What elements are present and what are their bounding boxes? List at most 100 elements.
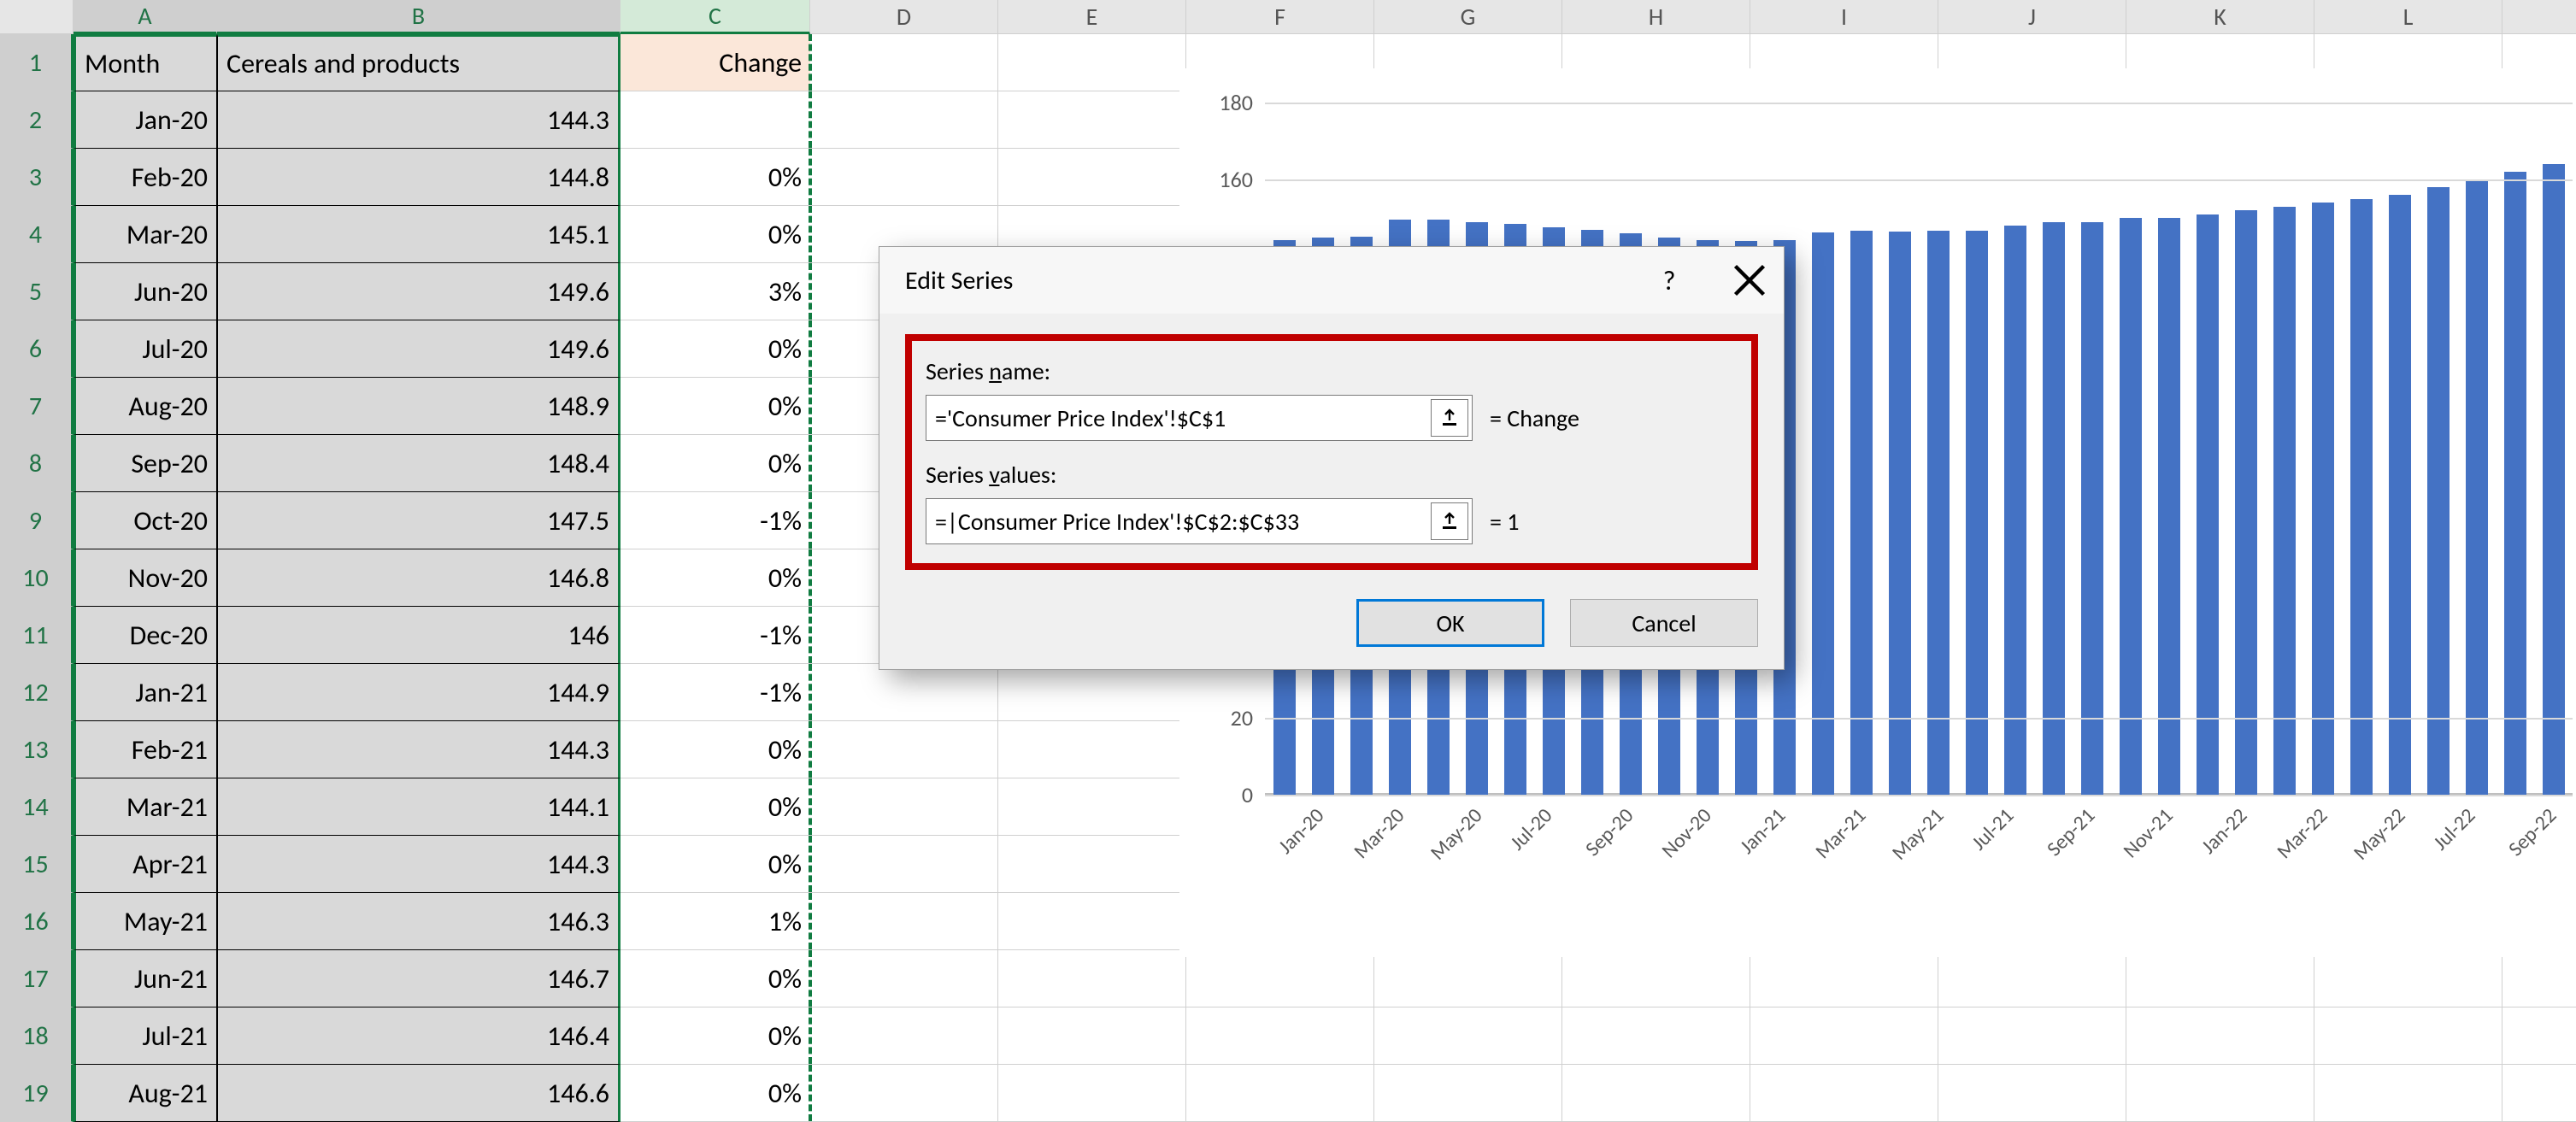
cell-E18[interactable] <box>998 1007 1186 1065</box>
chart-bar[interactable] <box>2235 210 2257 795</box>
chart-bar[interactable] <box>2504 172 2526 795</box>
chart-bar[interactable] <box>1966 231 1988 795</box>
cell-B6[interactable]: 149.6 <box>217 320 620 378</box>
col-header-C[interactable]: C <box>620 0 810 34</box>
cell-E15[interactable] <box>998 836 1186 893</box>
cell-C7[interactable]: 0% <box>620 378 810 435</box>
cell-C12[interactable]: -1% <box>620 664 810 721</box>
cell-B1[interactable]: Cereals and products <box>217 34 620 91</box>
cell-E13[interactable] <box>998 721 1186 778</box>
cell-B7[interactable]: 148.9 <box>217 378 620 435</box>
cell-B14[interactable]: 144.1 <box>217 778 620 836</box>
cell-C14[interactable]: 0% <box>620 778 810 836</box>
cell-D15[interactable] <box>810 836 998 893</box>
col-header-E[interactable]: E <box>998 0 1186 34</box>
cell-E16[interactable] <box>998 893 1186 950</box>
chart-bar[interactable] <box>2158 218 2180 795</box>
col-header-A[interactable]: A <box>74 0 217 34</box>
cell-H18[interactable] <box>1562 1007 1750 1065</box>
chart-bar[interactable] <box>1812 232 1834 795</box>
cell-A3[interactable]: Feb-20 <box>74 149 217 206</box>
chart-bar[interactable] <box>2081 222 2103 796</box>
col-header-H[interactable]: H <box>1562 0 1750 34</box>
col-header-B[interactable]: B <box>217 0 620 34</box>
chart-bar[interactable] <box>1927 231 1950 795</box>
col-header-D[interactable]: D <box>810 0 998 34</box>
cell-C9[interactable]: -1% <box>620 492 810 549</box>
cell-B17[interactable]: 146.7 <box>217 950 620 1007</box>
cell-C6[interactable]: 0% <box>620 320 810 378</box>
cell-J17[interactable] <box>1938 950 2126 1007</box>
cell-I19[interactable] <box>1750 1065 1938 1122</box>
cell-H19[interactable] <box>1562 1065 1750 1122</box>
cell-I18[interactable] <box>1750 1007 1938 1065</box>
cell-E3[interactable] <box>998 149 1186 206</box>
cell-C4[interactable]: 0% <box>620 206 810 263</box>
cell-B4[interactable]: 145.1 <box>217 206 620 263</box>
cell-D14[interactable] <box>810 778 998 836</box>
cell-C16[interactable]: 1% <box>620 893 810 950</box>
row-header-19[interactable]: 19 <box>0 1065 74 1122</box>
col-header-K[interactable]: K <box>2126 0 2314 34</box>
row-header-15[interactable]: 15 <box>0 836 74 893</box>
cell-B8[interactable]: 148.4 <box>217 435 620 492</box>
help-icon[interactable]: ? <box>1650 261 1688 299</box>
cell-J18[interactable] <box>1938 1007 2126 1065</box>
cell-B9[interactable]: 147.5 <box>217 492 620 549</box>
cell-L19[interactable] <box>2314 1065 2502 1122</box>
cell-A9[interactable]: Oct-20 <box>74 492 217 549</box>
row-header-17[interactable]: 17 <box>0 950 74 1007</box>
cell-A1[interactable]: Month <box>74 34 217 91</box>
cell-A14[interactable]: Mar-21 <box>74 778 217 836</box>
cell-D1[interactable] <box>810 34 998 91</box>
cell-E17[interactable] <box>998 950 1186 1007</box>
series-name-input[interactable]: ='Consumer Price Index'!$C$1 <box>926 395 1473 441</box>
col-header-G[interactable]: G <box>1374 0 1562 34</box>
cell-A10[interactable]: Nov-20 <box>74 549 217 607</box>
cell-D3[interactable] <box>810 149 998 206</box>
col-header-I[interactable]: I <box>1750 0 1938 34</box>
cell-B5[interactable]: 149.6 <box>217 263 620 320</box>
cell-C3[interactable]: 0% <box>620 149 810 206</box>
cell-B12[interactable]: 144.9 <box>217 664 620 721</box>
cell-K17[interactable] <box>2126 950 2314 1007</box>
cell-M19[interactable] <box>2502 1065 2576 1122</box>
cell-H17[interactable] <box>1562 950 1750 1007</box>
cell-C5[interactable]: 3% <box>620 263 810 320</box>
row-header-13[interactable]: 13 <box>0 721 74 778</box>
cell-C18[interactable]: 0% <box>620 1007 810 1065</box>
col-header-J[interactable]: J <box>1938 0 2126 34</box>
cell-B11[interactable]: 146 <box>217 607 620 664</box>
cell-I17[interactable] <box>1750 950 1938 1007</box>
cell-A15[interactable]: Apr-21 <box>74 836 217 893</box>
cell-F19[interactable] <box>1186 1065 1374 1122</box>
cell-A16[interactable]: May-21 <box>74 893 217 950</box>
cell-C11[interactable]: -1% <box>620 607 810 664</box>
chart-bar[interactable] <box>2389 195 2411 795</box>
cell-C1[interactable]: Change <box>620 34 810 91</box>
cell-C8[interactable]: 0% <box>620 435 810 492</box>
cell-D17[interactable] <box>810 950 998 1007</box>
cell-B10[interactable]: 146.8 <box>217 549 620 607</box>
row-header-16[interactable]: 16 <box>0 893 74 950</box>
cell-L18[interactable] <box>2314 1007 2502 1065</box>
cell-B19[interactable]: 146.6 <box>217 1065 620 1122</box>
chart-bar[interactable] <box>2350 199 2373 796</box>
chart-bar[interactable] <box>1850 231 1873 795</box>
cell-A13[interactable]: Feb-21 <box>74 721 217 778</box>
cell-A12[interactable]: Jan-21 <box>74 664 217 721</box>
ok-button[interactable]: OK <box>1356 599 1544 647</box>
chart-bar[interactable] <box>2273 207 2296 796</box>
chart-bar[interactable] <box>2427 187 2450 795</box>
chart-bar[interactable] <box>2120 218 2142 795</box>
cell-K19[interactable] <box>2126 1065 2314 1122</box>
row-header-1[interactable]: 1 <box>0 34 74 91</box>
cell-A17[interactable]: Jun-21 <box>74 950 217 1007</box>
collapse-dialog-icon[interactable] <box>1431 502 1468 540</box>
cell-B3[interactable]: 144.8 <box>217 149 620 206</box>
row-header-2[interactable]: 2 <box>0 91 74 149</box>
cell-B2[interactable]: 144.3 <box>217 91 620 149</box>
row-header-4[interactable]: 4 <box>0 206 74 263</box>
row-header-6[interactable]: 6 <box>0 320 74 378</box>
chart-bar[interactable] <box>2312 203 2334 795</box>
